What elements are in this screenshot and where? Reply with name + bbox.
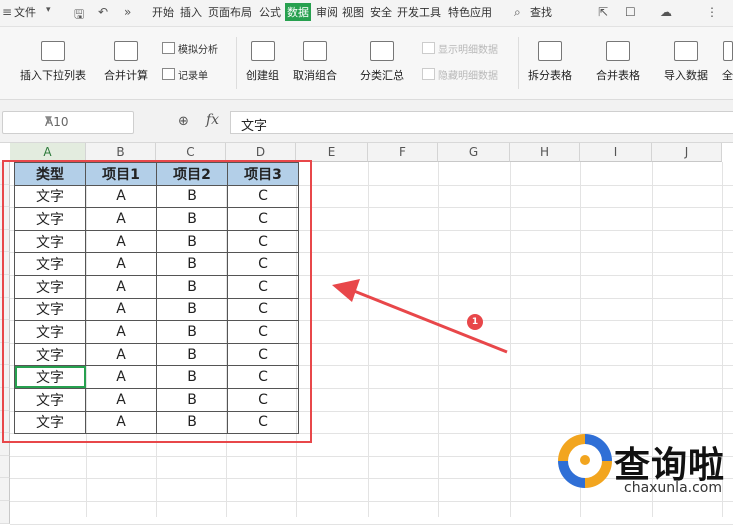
- grid-hline: [10, 523, 733, 525]
- watermark-url: chaxunla.com: [624, 480, 722, 496]
- watermark-logo: [558, 434, 612, 488]
- step-badge: 1: [467, 314, 483, 330]
- arrow-head: [332, 279, 360, 302]
- arrow-shaft: [353, 289, 508, 354]
